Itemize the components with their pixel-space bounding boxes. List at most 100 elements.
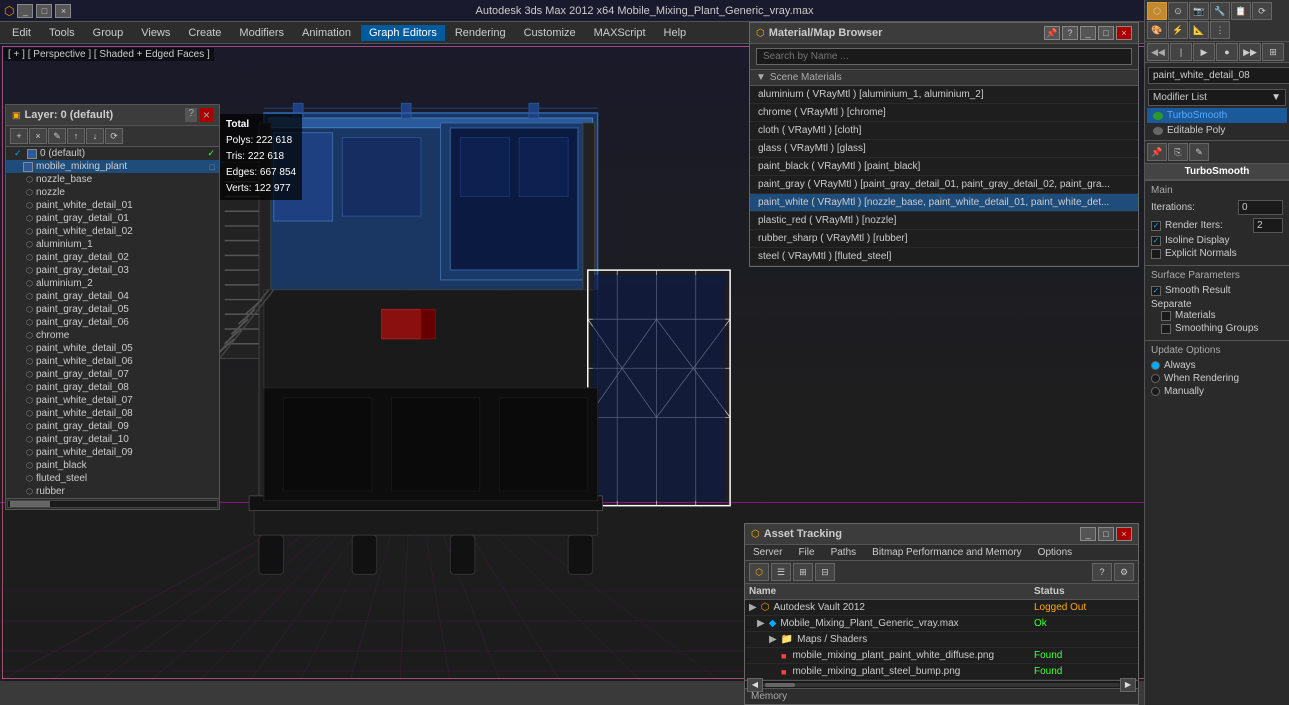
- at-menu-bitmap-perf[interactable]: Bitmap Performance and Memory: [864, 545, 1030, 560]
- mat-paint-white[interactable]: paint_white ( VRayMtl ) [nozzle_base, pa…: [750, 194, 1138, 212]
- at-menu-options[interactable]: Options: [1030, 545, 1080, 560]
- mat-glass[interactable]: glass ( VRayMtl ) [glass]: [750, 140, 1138, 158]
- mod-btn-2[interactable]: ⊙: [1168, 2, 1188, 20]
- menu-customize[interactable]: Customize: [516, 25, 584, 41]
- menu-edit[interactable]: Edit: [4, 25, 39, 41]
- layer-paint-gray-02[interactable]: ⬡ paint_gray_detail_02: [6, 251, 219, 264]
- layer-paint-white-06[interactable]: ⬡ paint_white_detail_06: [6, 355, 219, 368]
- at-maximize-btn[interactable]: □: [1098, 527, 1114, 541]
- mod-stack-btn3[interactable]: ✎: [1189, 143, 1209, 161]
- mat-browser-close-btn[interactable]: ×: [1116, 26, 1132, 40]
- menu-maxscript[interactable]: MAXScript: [586, 25, 654, 41]
- menu-animation[interactable]: Animation: [294, 25, 359, 41]
- layer-rubber[interactable]: ⬡ rubber: [6, 485, 219, 498]
- menu-rendering[interactable]: Rendering: [447, 25, 514, 41]
- ts-iterations-input[interactable]: [1238, 200, 1283, 215]
- mat-browser-pin-btn[interactable]: 📌: [1044, 26, 1060, 40]
- layers-up-btn[interactable]: ↑: [67, 128, 85, 144]
- mod-btn-1[interactable]: ⬡: [1147, 2, 1167, 20]
- at-row-steel-bump[interactable]: ■ mobile_mixing_plant_steel_bump.png Fou…: [745, 664, 1138, 680]
- mat-browser-minimize-btn[interactable]: _: [1080, 26, 1096, 40]
- when-rendering-rb[interactable]: [1151, 374, 1160, 383]
- at-menu-paths[interactable]: Paths: [823, 545, 865, 560]
- mod-btn-10[interactable]: ⋮: [1210, 21, 1230, 39]
- layer-paint-white-02[interactable]: ⬡ paint_white_detail_02: [6, 225, 219, 238]
- mod-icon-a[interactable]: ◀◀: [1147, 43, 1169, 61]
- mod-stack-btn1[interactable]: 📌: [1147, 143, 1167, 161]
- mat-browser-maximize-btn[interactable]: □: [1098, 26, 1114, 40]
- layer-mobile-mixing-plant[interactable]: mobile_mixing_plant □: [6, 160, 219, 173]
- render-iters-cb[interactable]: [1151, 221, 1161, 231]
- mod-icon-e[interactable]: ▶▶: [1239, 43, 1261, 61]
- layer-aluminium-1[interactable]: ⬡ aluminium_1: [6, 238, 219, 251]
- modifier-turbosmooth[interactable]: TurboSmooth: [1147, 108, 1287, 123]
- at-list-btn[interactable]: ☰: [771, 563, 791, 581]
- layers-new-btn[interactable]: +: [10, 128, 28, 144]
- at-minimize-btn[interactable]: _: [1080, 527, 1096, 541]
- mat-cloth[interactable]: cloth ( VRayMtl ) [cloth]: [750, 122, 1138, 140]
- modifier-editable-poly[interactable]: Editable Poly: [1147, 123, 1287, 138]
- layer-fluted-steel[interactable]: ⬡ fluted_steel: [6, 472, 219, 485]
- menu-help[interactable]: Help: [656, 25, 695, 41]
- smooth-result-cb[interactable]: [1151, 286, 1161, 296]
- layer-paint-gray-08[interactable]: ⬡ paint_gray_detail_08: [6, 381, 219, 394]
- layer-nozzle-base[interactable]: ⬡ nozzle_base: [6, 173, 219, 186]
- mod-btn-4[interactable]: 🔧: [1210, 2, 1230, 20]
- mod-icon-f[interactable]: ⊞: [1262, 43, 1284, 61]
- at-close-btn[interactable]: ×: [1116, 527, 1132, 541]
- at-menu-server[interactable]: Server: [745, 545, 790, 560]
- at-horizontal-scrollbar[interactable]: ◀ ▶: [745, 680, 1138, 688]
- layers-edit-btn[interactable]: ✎: [48, 128, 66, 144]
- explicit-normals-cb[interactable]: [1151, 249, 1161, 259]
- always-rb[interactable]: [1151, 361, 1160, 370]
- at-row-maps-folder[interactable]: ▶ 📁 Maps / Shaders: [745, 632, 1138, 648]
- layer-default[interactable]: ✓ 0 (default) ✓: [6, 147, 219, 160]
- mod-btn-9[interactable]: 📐: [1189, 21, 1209, 39]
- mod-icon-c[interactable]: ▶: [1193, 43, 1215, 61]
- layer-paint-gray-03[interactable]: ⬡ paint_gray_detail_03: [6, 264, 219, 277]
- at-row-max-file[interactable]: ▶ ◆ Mobile_Mixing_Plant_Generic_vray.max…: [745, 616, 1138, 632]
- layer-paint-white-01[interactable]: ⬡ paint_white_detail_01: [6, 199, 219, 212]
- close-btn[interactable]: ×: [55, 4, 71, 18]
- layers-close-btn[interactable]: ×: [200, 108, 213, 122]
- layers-scrollbar[interactable]: [6, 498, 219, 509]
- layer-paint-white-09[interactable]: ⬡ paint_white_detail_09: [6, 446, 219, 459]
- at-scroll-right-btn[interactable]: ▶: [1120, 678, 1136, 692]
- layers-help-btn[interactable]: ?: [185, 108, 197, 122]
- mod-stack-btn2[interactable]: ⎘: [1168, 143, 1188, 161]
- layer-paint-white-07[interactable]: ⬡ paint_white_detail_07: [6, 394, 219, 407]
- maximize-btn[interactable]: □: [36, 4, 52, 18]
- mat-chrome[interactable]: chrome ( VRayMtl ) [chrome]: [750, 104, 1138, 122]
- mod-btn-3[interactable]: 📷: [1189, 2, 1209, 20]
- layer-paint-gray-10[interactable]: ⬡ paint_gray_detail_10: [6, 433, 219, 446]
- mat-rubber-sharp[interactable]: rubber_sharp ( VRayMtl ) [rubber]: [750, 230, 1138, 248]
- mat-paint-gray[interactable]: paint_gray ( VRayMtl ) [paint_gray_detai…: [750, 176, 1138, 194]
- layer-paint-gray-07[interactable]: ⬡ paint_gray_detail_07: [6, 368, 219, 381]
- mod-btn-8[interactable]: ⚡: [1168, 21, 1188, 39]
- layer-chrome[interactable]: ⬡ chrome: [6, 329, 219, 342]
- layers-down-btn[interactable]: ↓: [86, 128, 104, 144]
- at-row-paint-white[interactable]: ■ mobile_mixing_plant_paint_white_diffus…: [745, 648, 1138, 664]
- menu-group[interactable]: Group: [85, 25, 132, 41]
- materials-cb[interactable]: [1161, 311, 1171, 321]
- material-name-field[interactable]: [1148, 67, 1289, 84]
- modifier-list-dropdown[interactable]: Modifier List ▼: [1148, 89, 1286, 106]
- layer-paint-black[interactable]: ⬡ paint_black: [6, 459, 219, 472]
- manually-rb[interactable]: [1151, 387, 1160, 396]
- at-settings-btn[interactable]: ⚙: [1114, 563, 1134, 581]
- at-menu-file[interactable]: File: [790, 545, 822, 560]
- mod-icon-d[interactable]: ●: [1216, 43, 1238, 61]
- minimize-btn[interactable]: _: [17, 4, 33, 18]
- mat-plastic-red[interactable]: plastic_red ( VRayMtl ) [nozzle]: [750, 212, 1138, 230]
- at-detail-btn[interactable]: ⊟: [815, 563, 835, 581]
- layer-paint-gray-05[interactable]: ⬡ paint_gray_detail_05: [6, 303, 219, 316]
- layer-nozzle[interactable]: ⬡ nozzle: [6, 186, 219, 199]
- menu-create[interactable]: Create: [180, 25, 229, 41]
- mat-browser-search-input[interactable]: [756, 48, 1132, 65]
- layer-paint-white-05[interactable]: ⬡ paint_white_detail_05: [6, 342, 219, 355]
- at-vault-btn[interactable]: ⬡: [749, 563, 769, 581]
- at-help-btn[interactable]: ?: [1092, 563, 1112, 581]
- menu-tools[interactable]: Tools: [41, 25, 83, 41]
- layer-paint-white-08[interactable]: ⬡ paint_white_detail_08: [6, 407, 219, 420]
- layer-paint-gray-01[interactable]: ⬡ paint_gray_detail_01: [6, 212, 219, 225]
